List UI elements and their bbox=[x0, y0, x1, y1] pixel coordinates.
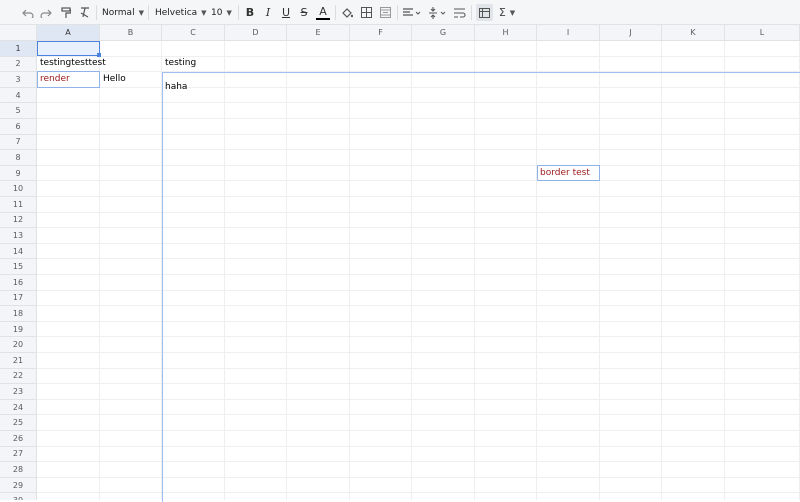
redo-icon[interactable] bbox=[38, 4, 54, 21]
chevron-down-icon: ▼ bbox=[509, 8, 516, 17]
row-header-24[interactable]: 24 bbox=[0, 399, 37, 416]
row-header-16[interactable]: 16 bbox=[0, 275, 37, 291]
cell-c3[interactable]: haha bbox=[165, 80, 187, 94]
toolbar-separator bbox=[148, 5, 149, 20]
row-header-10[interactable]: 10 bbox=[0, 181, 37, 197]
row-header-15[interactable]: 15 bbox=[0, 259, 37, 275]
row-header-7[interactable]: 7 bbox=[0, 134, 37, 151]
formula-icon[interactable]: Σ ▼ bbox=[497, 4, 517, 21]
row-header-6[interactable]: 6 bbox=[0, 119, 37, 135]
row-header-23[interactable]: 23 bbox=[0, 384, 37, 400]
row-header-5[interactable]: 5 bbox=[0, 103, 37, 119]
row-header-17[interactable]: 17 bbox=[0, 290, 37, 307]
select-all-corner[interactable] bbox=[0, 25, 37, 41]
row-header-25[interactable]: 25 bbox=[0, 415, 37, 431]
row-header-12[interactable]: 12 bbox=[0, 212, 37, 229]
valign-icon[interactable] bbox=[428, 4, 448, 21]
font-family-select[interactable]: Helvetica ▼ bbox=[155, 5, 207, 20]
wrap-icon[interactable] bbox=[453, 4, 467, 21]
toolbar-separator bbox=[335, 5, 336, 20]
column-gridline bbox=[99, 41, 100, 500]
column-header-h[interactable]: H bbox=[475, 25, 537, 41]
row-header-18[interactable]: 18 bbox=[0, 306, 37, 322]
font-size-select[interactable]: 10 ▼ bbox=[211, 5, 232, 20]
align-icon[interactable] bbox=[402, 4, 422, 21]
column-header-e[interactable]: E bbox=[287, 25, 350, 41]
row-header-21[interactable]: 21 bbox=[0, 353, 37, 369]
toolbar: Normal ▼ Helvetica ▼ 10 ▼ B I U S A Σ ▼ bbox=[0, 0, 800, 25]
row-header-22[interactable]: 22 bbox=[0, 368, 37, 385]
paragraph-style-select[interactable]: Normal ▼ bbox=[102, 5, 144, 20]
column-header-j[interactable]: J bbox=[600, 25, 662, 41]
row-header-28[interactable]: 28 bbox=[0, 462, 37, 478]
chevron-down-icon: ▼ bbox=[138, 8, 144, 17]
bold-icon[interactable]: B bbox=[243, 4, 257, 21]
column-header-i[interactable]: I bbox=[537, 25, 600, 41]
cell-b3[interactable]: Hello bbox=[103, 72, 126, 86]
row-header-29[interactable]: 29 bbox=[0, 477, 37, 494]
cell-c2[interactable]: testing bbox=[165, 56, 196, 70]
borders-icon[interactable] bbox=[359, 4, 373, 21]
merge-cells-icon[interactable] bbox=[378, 4, 392, 21]
italic-icon[interactable]: I bbox=[261, 4, 275, 21]
row-header-3[interactable]: 3 bbox=[0, 72, 37, 88]
cell-a3[interactable]: render bbox=[40, 72, 70, 86]
row-header-11[interactable]: 11 bbox=[0, 197, 37, 213]
row-header-13[interactable]: 13 bbox=[0, 228, 37, 244]
undo-icon[interactable] bbox=[20, 4, 36, 21]
freeze-icon[interactable] bbox=[476, 4, 493, 21]
font-size-value: 10 bbox=[211, 7, 223, 18]
text-color-icon[interactable]: A bbox=[316, 4, 330, 20]
column-header-c[interactable]: C bbox=[162, 25, 225, 41]
row-header-4[interactable]: 4 bbox=[0, 87, 37, 104]
toolbar-separator bbox=[96, 5, 97, 20]
bordered-range bbox=[162, 72, 800, 502]
row-header-8[interactable]: 8 bbox=[0, 150, 37, 166]
column-header-f[interactable]: F bbox=[350, 25, 412, 41]
column-header-d[interactable]: D bbox=[225, 25, 287, 41]
cell-i9[interactable]: border test bbox=[540, 166, 590, 180]
row-header-14[interactable]: 14 bbox=[0, 243, 37, 260]
column-header-l[interactable]: L bbox=[725, 25, 800, 41]
clear-format-icon[interactable] bbox=[76, 4, 92, 21]
strikethrough-icon[interactable]: S bbox=[297, 4, 311, 21]
selected-cell-a1[interactable] bbox=[37, 41, 100, 56]
row-header-30[interactable]: 30 bbox=[0, 493, 37, 500]
paint-format-icon[interactable] bbox=[58, 4, 74, 21]
row-header-27[interactable]: 27 bbox=[0, 446, 37, 463]
row-header-9[interactable]: 9 bbox=[0, 165, 37, 182]
row-header-1[interactable]: 1 bbox=[0, 41, 37, 57]
row-gridline bbox=[37, 55, 800, 57]
row-header-19[interactable]: 19 bbox=[0, 321, 37, 338]
font-family-value: Helvetica bbox=[155, 7, 198, 18]
chevron-down-icon: ▼ bbox=[201, 8, 207, 17]
column-header-b[interactable]: B bbox=[100, 25, 162, 41]
column-header-k[interactable]: K bbox=[662, 25, 725, 41]
toolbar-separator bbox=[397, 5, 398, 20]
row-header-26[interactable]: 26 bbox=[0, 431, 37, 447]
toolbar-separator bbox=[238, 5, 239, 20]
underline-icon[interactable]: U bbox=[279, 4, 293, 21]
paragraph-style-value: Normal bbox=[102, 7, 135, 18]
fill-color-icon[interactable] bbox=[340, 4, 354, 21]
toolbar-separator bbox=[471, 5, 472, 20]
column-header-g[interactable]: G bbox=[412, 25, 475, 41]
column-header-a[interactable]: A bbox=[37, 25, 100, 41]
row-header-2[interactable]: 2 bbox=[0, 56, 37, 73]
formula-label: Σ bbox=[498, 6, 506, 19]
chevron-down-icon: ▼ bbox=[226, 8, 232, 17]
row-header-20[interactable]: 20 bbox=[0, 337, 37, 353]
cell-a2[interactable]: testingtesttest bbox=[40, 56, 106, 70]
